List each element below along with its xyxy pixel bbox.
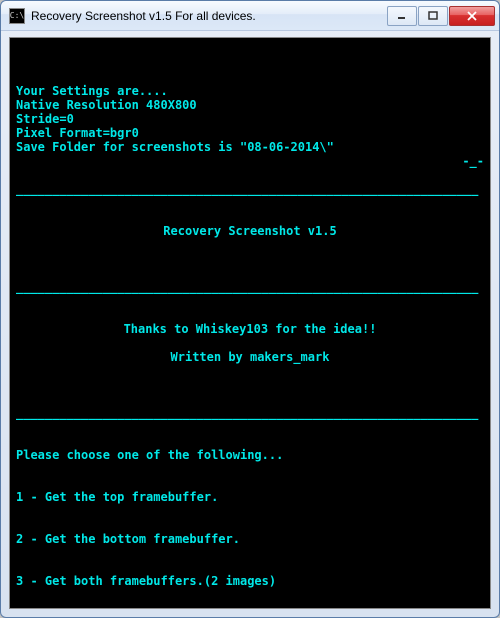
divider-line: ________________________________________… [16, 406, 478, 420]
maximize-button[interactable] [418, 6, 448, 26]
settings-stride: Stride=0 [16, 112, 74, 126]
window-title: Recovery Screenshot v1.5 For all devices… [31, 9, 386, 23]
cmd-icon: C:\ [9, 8, 25, 24]
settings-resolution: Native Resolution 480X800 [16, 98, 197, 112]
settings-pixel-format: Pixel Format=bgr0 [16, 126, 139, 140]
divider-trail: -_- [16, 154, 484, 168]
menu-item: 3 - Get both framebuffers.(2 images) [16, 574, 276, 588]
minimize-button[interactable] [387, 6, 417, 26]
settings-header: Your Settings are.... [16, 84, 168, 98]
menu-item: 2 - Get the bottom framebuffer. [16, 532, 240, 546]
app-window: C:\ Recovery Screenshot v1.5 For all dev… [0, 0, 500, 618]
divider-line: ________________________________________… [16, 182, 478, 196]
credit-line-2: Written by makers_mark [16, 350, 484, 364]
window-controls [386, 6, 495, 26]
console-output: Your Settings are.... Native Resolution … [9, 37, 491, 609]
divider-line: ________________________________________… [16, 280, 478, 294]
titlebar[interactable]: C:\ Recovery Screenshot v1.5 For all dev… [1, 1, 499, 31]
menu-item: 1 - Get the top framebuffer. [16, 490, 218, 504]
credit-line-1: Thanks to Whiskey103 for the idea!! [16, 322, 484, 336]
close-button[interactable] [449, 6, 495, 26]
app-banner-title: Recovery Screenshot v1.5 [16, 224, 484, 238]
settings-save-folder: Save Folder for screenshots is "08-06-20… [16, 140, 334, 154]
menu-prompt: Please choose one of the following... [16, 448, 283, 462]
